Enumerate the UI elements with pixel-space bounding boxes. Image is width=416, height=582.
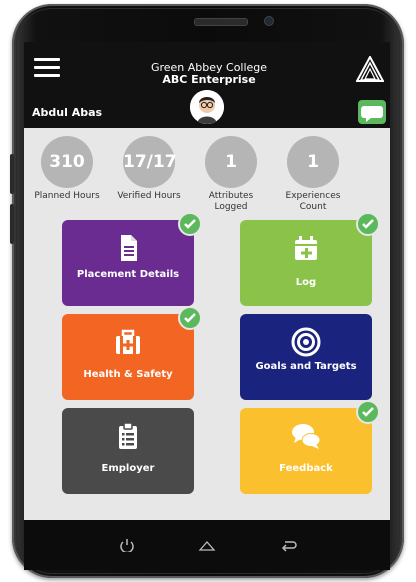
stat-value: 310 (41, 136, 93, 188)
tile-employer[interactable]: Employer (62, 408, 194, 494)
chat-button[interactable] (358, 100, 386, 124)
tile-label: Feedback (279, 463, 333, 474)
check-icon (356, 212, 380, 236)
tile-placement-details[interactable]: Placement Details (62, 220, 194, 306)
app-screen: Green Abbey College ABC Enterprise Abdul… (24, 42, 390, 520)
tile-log[interactable]: Log (240, 220, 372, 306)
stat-verified-hours: 17/17 Verified Hours (110, 136, 188, 202)
user-avatar[interactable] (190, 90, 224, 124)
back-icon[interactable] (280, 538, 298, 552)
stat-value: 1 (287, 136, 339, 188)
stat-label: Experiences Count (285, 191, 341, 212)
check-icon (178, 306, 202, 330)
speaker-grille (194, 18, 248, 26)
tile-label: Goals and Targets (255, 361, 357, 372)
stat-value: 17/17 (123, 136, 177, 188)
calendar-plus-icon (295, 236, 317, 260)
power-icon[interactable] (118, 538, 136, 552)
chat-bubbles-icon (292, 424, 321, 449)
target-icon (291, 327, 321, 357)
app-header: Green Abbey College ABC Enterprise Abdul… (24, 42, 390, 128)
tile-feedback[interactable]: Feedback (240, 408, 372, 494)
enterprise-name: ABC Enterprise (162, 73, 256, 86)
stat-value: 1 (205, 136, 257, 188)
home-icon[interactable] (198, 538, 216, 552)
check-icon (356, 400, 380, 424)
chat-icon (361, 106, 383, 122)
tile-label: Employer (101, 463, 155, 474)
front-camera (264, 16, 274, 26)
tile-label: Health & Safety (83, 369, 173, 380)
tile-label: Log (295, 277, 317, 288)
check-icon (178, 212, 202, 236)
hamburger-menu-icon[interactable] (34, 58, 60, 77)
document-icon (121, 235, 137, 261)
tile-health-safety[interactable]: Health & Safety (62, 314, 194, 400)
app-logo-icon (356, 56, 384, 82)
avatar-icon (190, 90, 224, 124)
stat-experiences-count: 1 Experiences Count (274, 136, 352, 213)
user-name: Abdul Abas (32, 106, 103, 119)
tile-goals-targets[interactable]: Goals and Targets (240, 314, 372, 400)
stat-label: Verified Hours (117, 191, 181, 201)
android-nav-bar (24, 520, 390, 570)
first-aid-kit-icon (116, 329, 140, 354)
clipboard-list-icon (119, 422, 137, 449)
stat-label: Planned Hours (34, 191, 100, 201)
tile-label: Placement Details (76, 269, 180, 280)
stat-attributes-logged: 1 Attributes Logged (192, 136, 270, 213)
stat-planned-hours: 310 Planned Hours (28, 136, 106, 202)
stat-label: Attributes Logged (208, 191, 254, 212)
